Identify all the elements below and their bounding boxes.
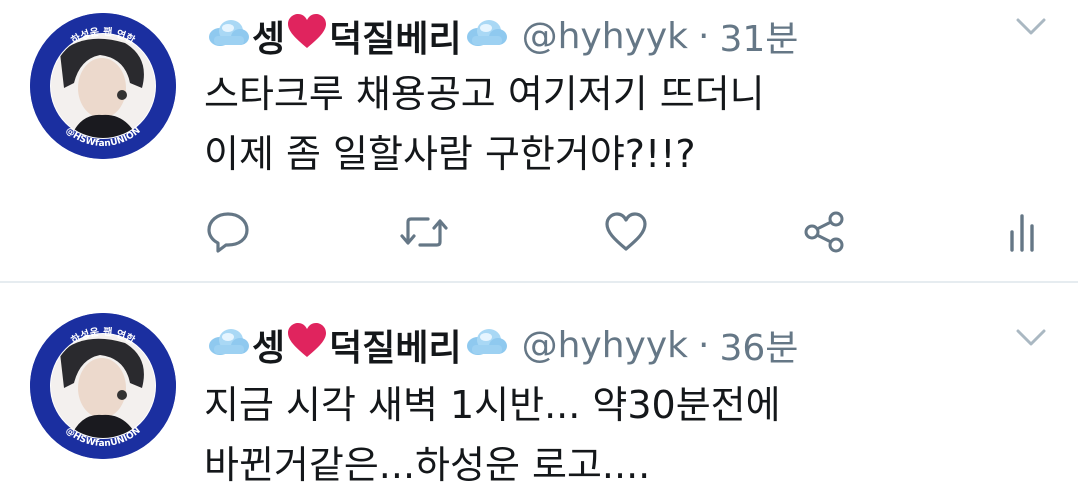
- separator-dot: ·: [698, 324, 710, 366]
- display-name-part: 덕질베리: [329, 19, 462, 60]
- analytics-icon: [1010, 214, 1034, 252]
- chevron-down-icon[interactable]: [1016, 18, 1046, 40]
- like-button[interactable]: [602, 208, 650, 256]
- cloud-icon: [464, 325, 508, 366]
- timestamp[interactable]: 36분: [719, 319, 798, 371]
- tweet-header: 셍 덕질베리 @hyhyyk · 31분: [204, 10, 798, 62]
- heart-icon: [287, 13, 327, 59]
- display-name-part: 덕질베리: [329, 328, 462, 369]
- tweet-actions: [204, 208, 1044, 258]
- tweet-text-line: 스타크루 채용공고 여기저기 뜨더니: [204, 72, 765, 116]
- reply-icon: [207, 212, 249, 253]
- display-name-part: 셍: [252, 19, 286, 60]
- tweet-text-line: 바뀐거같은...하성운 로고....: [204, 443, 651, 487]
- avatar[interactable]: 하성운 팬 연합 @HSWfanUNION: [30, 13, 176, 159]
- tweet-text-line: 지금 시각 새벽 1시반... 약30분전에: [204, 383, 781, 427]
- like-icon: [605, 212, 647, 251]
- display-name[interactable]: 셍 덕질베리: [204, 319, 510, 371]
- cloud-icon: [464, 16, 508, 57]
- retweet-button[interactable]: [400, 208, 448, 256]
- display-name[interactable]: 셍 덕질베리: [204, 10, 510, 62]
- heart-icon: [287, 322, 327, 368]
- tweet[interactable]: 하성운 팬 연합 @HSWfanUNION 셍 덕질베리 @hyhyyk · 3…: [0, 0, 1078, 281]
- tweet-text: 지금 시각 새벽 1시반... 약30분전에 바뀐거같은...하성운 로고...…: [204, 375, 1024, 495]
- tweet-text-line: 이제 좀 일할사람 구한거야?!!?: [204, 132, 696, 176]
- retweet-icon: [400, 217, 448, 247]
- cloud-icon: [206, 16, 250, 57]
- user-handle[interactable]: @hyhyyk: [522, 325, 688, 366]
- cloud-icon: [206, 325, 250, 366]
- share-button[interactable]: [800, 208, 848, 256]
- avatar[interactable]: 하성운 팬 연합 @HSWfanUNION: [30, 313, 176, 459]
- separator-dot: ·: [698, 15, 710, 57]
- share-icon: [804, 211, 844, 253]
- tweet[interactable]: 하성운 팬 연합 @HSWfanUNION 셍 덕질베리 @hyhyyk · 3…: [0, 283, 1078, 493]
- user-handle[interactable]: @hyhyyk: [522, 16, 688, 57]
- tweet-header: 셍 덕질베리 @hyhyyk · 36분: [204, 319, 798, 371]
- reply-button[interactable]: [204, 208, 252, 256]
- analytics-button[interactable]: [998, 208, 1046, 256]
- tweet-text: 스타크루 채용공고 여기저기 뜨더니 이제 좀 일할사람 구한거야?!!?: [204, 64, 1024, 184]
- timestamp[interactable]: 31분: [719, 10, 798, 62]
- chevron-down-icon[interactable]: [1016, 329, 1046, 351]
- display-name-part: 셍: [252, 328, 286, 369]
